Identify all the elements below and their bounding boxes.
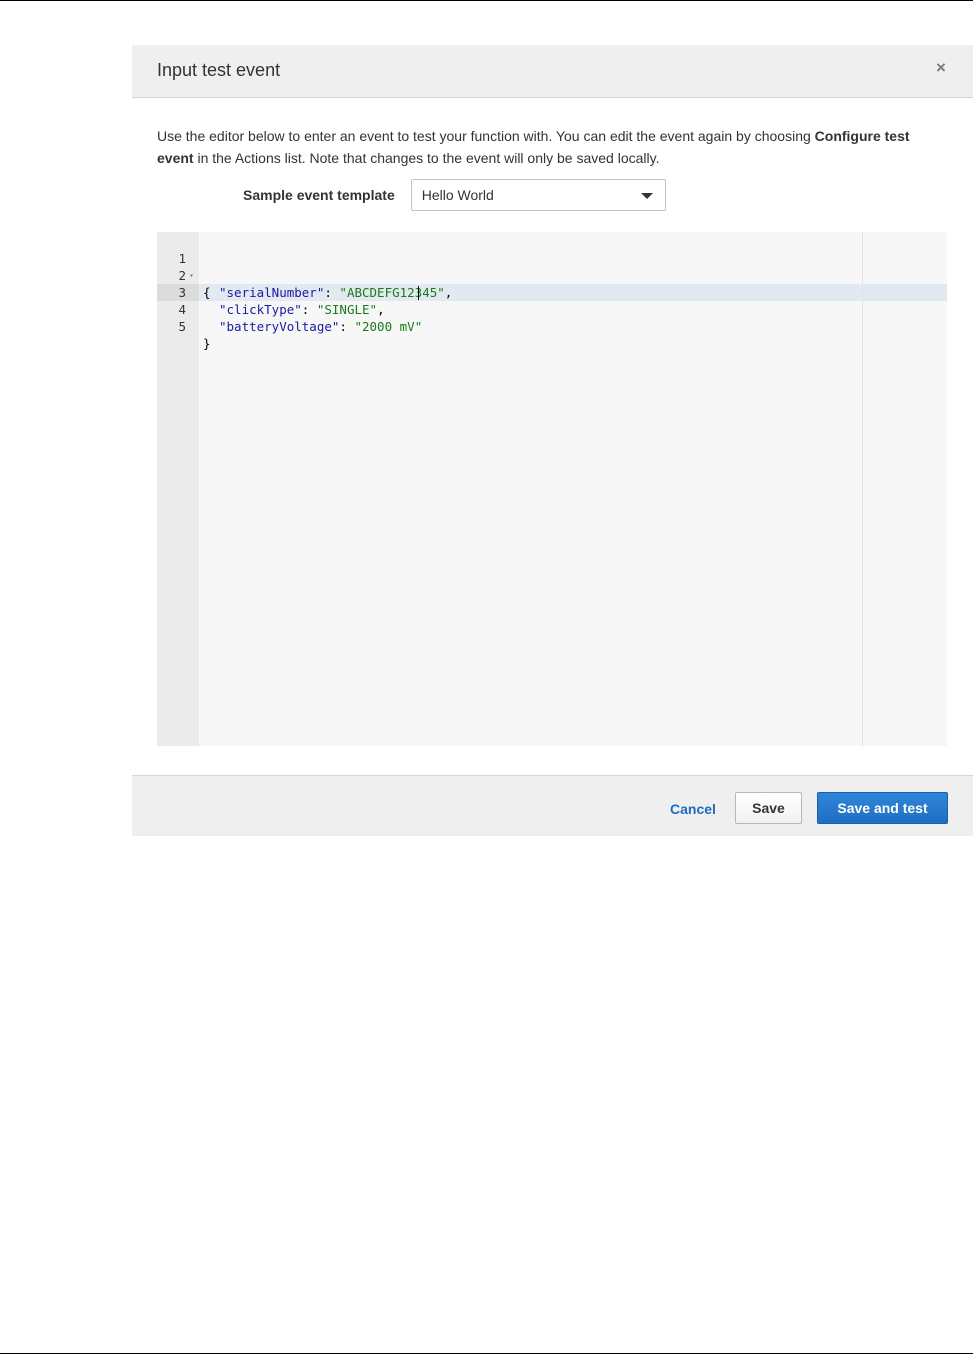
page-bottom-rule [0,1353,973,1354]
json-separator: : [301,302,317,317]
json-value: "SINGLE" [316,302,378,317]
sample-template-label: Sample event template [243,187,395,203]
json-value: "ABCDEFG12345" [339,285,445,300]
dialog-footer: Cancel Save Save and test [132,775,973,836]
json-separator: : [324,285,340,300]
chevron-down-icon [640,193,653,199]
code-line-3: 3 "clickType": "SINGLE", [157,267,384,317]
sample-template-row: Sample event template Hello World [243,179,666,211]
save-and-test-button[interactable]: Save and test [817,792,948,824]
description-text-1: Use the editor below to enter an event t… [157,128,815,144]
code-line-1: 1 ▾ { [157,233,210,300]
input-test-event-dialog: Input test event × Use the editor below … [132,45,973,836]
code-line-5: 5 } [157,301,210,351]
line-number: 5 [178,319,186,334]
code-text: { [203,285,211,300]
json-key: "batteryVoltage" [219,319,340,334]
description-text-2: in the Actions list. Note that changes t… [193,150,660,166]
json-tail: , [444,285,453,300]
save-button[interactable]: Save [735,792,802,824]
code-line-4: 4 "batteryVoltage": "2000 mV" [157,284,422,334]
json-tail: , [377,302,385,317]
code-line-2: 2 "serialNumber": "ABCDEFG12345", [157,250,452,300]
print-margin [862,232,863,746]
page-top-rule [0,0,973,1]
sample-template-select[interactable]: Hello World [410,179,666,211]
json-key: "clickType" [219,302,302,317]
code-editor[interactable]: 1 ▾ { 2 "serialNumber": "ABCDEFG12345", … [157,232,947,746]
sample-template-value: Hello World [421,187,494,203]
code-text: "batteryVoltage": "2000 mV" [219,318,422,335]
dialog-title: Input test event [157,60,281,80]
text-cursor [418,286,419,300]
json-key: "serialNumber" [219,285,325,300]
close-icon[interactable]: × [931,58,951,78]
code-text: "clickType": "SINGLE", [219,301,385,318]
code-text: } [203,336,211,351]
json-separator: : [339,319,355,334]
dialog-description: Use the editor below to enter an event t… [157,125,937,169]
dialog-header: Input test event × [132,45,973,98]
json-value: "2000 mV" [354,319,423,334]
cancel-button[interactable]: Cancel [670,801,716,817]
